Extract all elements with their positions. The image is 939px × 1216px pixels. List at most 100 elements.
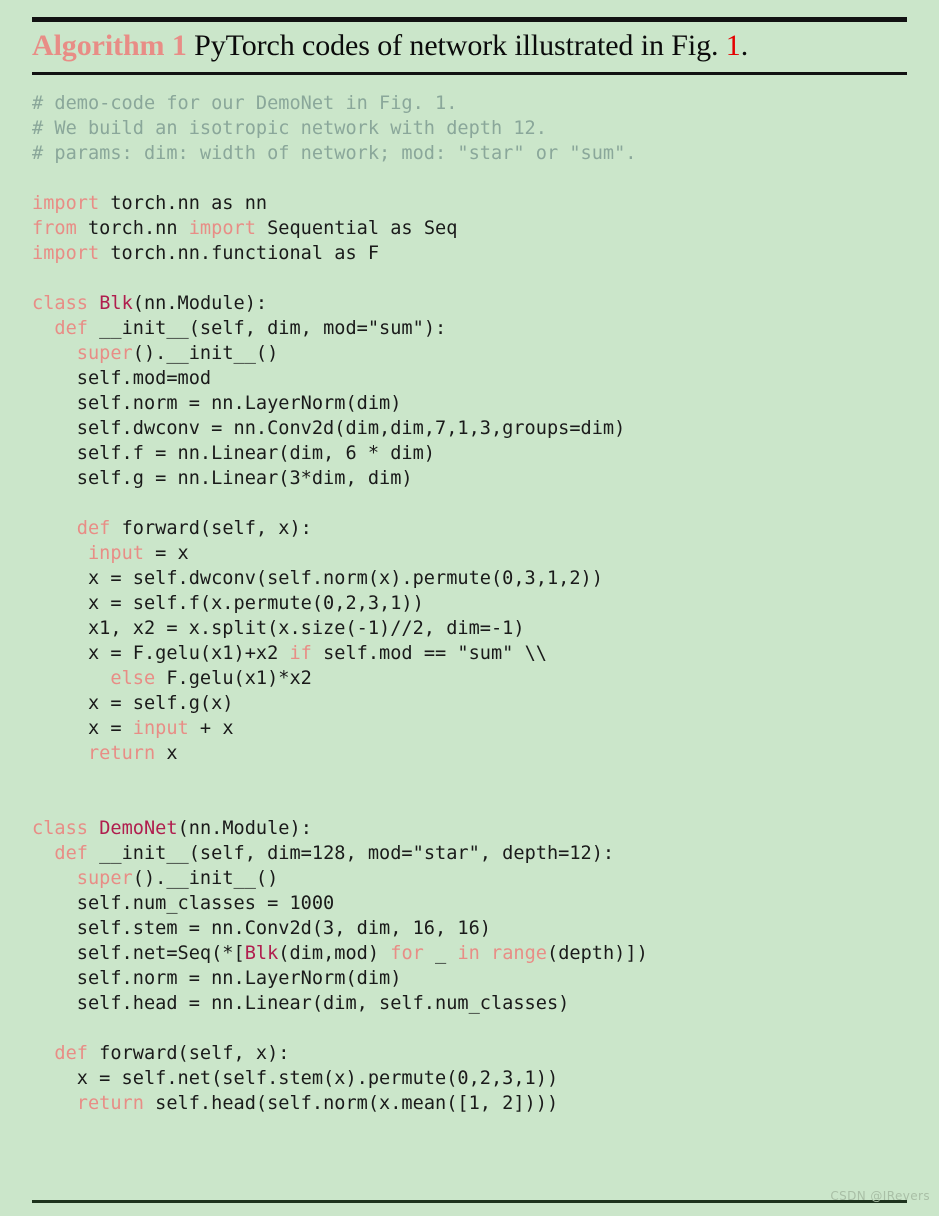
code-token: self.head = nn.Linear(dim, self.num_clas… bbox=[32, 993, 570, 1014]
code-token: (nn.Module): bbox=[177, 818, 312, 839]
code-token: import bbox=[188, 218, 256, 239]
code-line: super().__init__() bbox=[32, 866, 907, 891]
code-line: x = self.net(self.stem(x).permute(0,2,3,… bbox=[32, 1066, 907, 1091]
code-token: (depth)]) bbox=[547, 943, 648, 964]
code-token: self.num_classes = 1000 bbox=[32, 893, 335, 914]
figure-reference-link[interactable]: 1 bbox=[726, 29, 741, 62]
code-token: _ bbox=[423, 943, 458, 964]
code-token: super bbox=[76, 868, 133, 889]
code-token: x1, x2 = x.split(x.size(-1)//2, dim=-1) bbox=[32, 618, 525, 639]
code-token: x = self.dwconv(self.norm(x).permute(0,3… bbox=[32, 568, 603, 589]
code-token: DemoNet bbox=[99, 818, 178, 839]
algorithm-label: Algorithm 1 bbox=[32, 29, 187, 62]
code-token: else bbox=[110, 668, 156, 689]
code-token: (dim,mod) bbox=[278, 943, 391, 964]
code-token: Blk bbox=[244, 943, 279, 964]
code-token: return bbox=[87, 743, 156, 764]
bottom-rule bbox=[32, 1200, 907, 1203]
algorithm-caption-tail: . bbox=[740, 29, 749, 62]
code-line: self.mod=mod bbox=[32, 366, 907, 391]
code-token: def bbox=[76, 518, 111, 539]
code-token: def bbox=[54, 843, 88, 864]
watermark: CSDN @IRevers bbox=[830, 1189, 930, 1203]
code-token: # We build an isotropic network with dep… bbox=[32, 118, 547, 139]
code-line: self.dwconv = nn.Conv2d(dim,dim,7,1,3,gr… bbox=[32, 416, 907, 441]
code-token: import bbox=[32, 243, 100, 264]
code-token: input bbox=[87, 543, 144, 564]
code-line: self.num_classes = 1000 bbox=[32, 891, 907, 916]
code-token: self.dwconv = nn.Conv2d(dim,dim,7,1,3,gr… bbox=[32, 418, 626, 439]
code-line: def __init__(self, dim, mod="sum"): bbox=[32, 316, 907, 341]
code-line: self.net=Seq(*[Blk(dim,mod) for _ in ran… bbox=[32, 941, 907, 966]
code-token: x = self.g(x) bbox=[32, 693, 234, 714]
code-line: super().__init__() bbox=[32, 341, 907, 366]
code-token: x bbox=[155, 743, 178, 764]
code-token: self.mod == "sum" \\ bbox=[311, 643, 547, 664]
code-line: else F.gelu(x1)*x2 bbox=[32, 666, 907, 691]
code-line: self.stem = nn.Conv2d(3, dim, 16, 16) bbox=[32, 916, 907, 941]
code-token: in bbox=[457, 943, 480, 964]
code-token: = x bbox=[143, 543, 189, 564]
code-token: input bbox=[132, 718, 189, 739]
code-line: self.head = nn.Linear(dim, self.num_clas… bbox=[32, 991, 907, 1016]
code-token: x = self.f(x.permute(0,2,3,1)) bbox=[32, 593, 424, 614]
code-token: torch.nn bbox=[76, 218, 189, 239]
code-line: x1, x2 = x.split(x.size(-1)//2, dim=-1) bbox=[32, 616, 907, 641]
code-token: __init__(self, dim, mod="sum"): bbox=[87, 318, 447, 339]
code-line: def forward(self, x): bbox=[32, 1041, 907, 1066]
code-token: self.stem = nn.Conv2d(3, dim, 16, 16) bbox=[32, 918, 491, 939]
code-line: import torch.nn as nn bbox=[32, 191, 907, 216]
code-token: class bbox=[32, 293, 88, 314]
code-line: class DemoNet(nn.Module): bbox=[32, 816, 907, 841]
code-token: self.g = nn.Linear(3*dim, dim) bbox=[32, 468, 413, 489]
code-token: self.f = nn.Linear(dim, 6 * dim) bbox=[32, 443, 435, 464]
code-token: self.head(self.norm(x.mean([1, 2]))) bbox=[143, 1093, 559, 1114]
code-line: # We build an isotropic network with dep… bbox=[32, 116, 907, 141]
code-line: x = self.dwconv(self.norm(x).permute(0,3… bbox=[32, 566, 907, 591]
code-line: self.norm = nn.LayerNorm(dim) bbox=[32, 391, 907, 416]
code-line: x = self.f(x.permute(0,2,3,1)) bbox=[32, 591, 907, 616]
code-token: (nn.Module): bbox=[132, 293, 268, 314]
algorithm-title: Algorithm 1 PyTorch codes of network ill… bbox=[32, 22, 907, 68]
code-token: if bbox=[289, 643, 312, 664]
code-token: self.net=Seq(*[ bbox=[32, 943, 245, 964]
code-line: input = x bbox=[32, 541, 907, 566]
code-line: class Blk(nn.Module): bbox=[32, 291, 907, 316]
code-token: self.norm = nn.LayerNorm(dim) bbox=[32, 968, 402, 989]
code-token: super bbox=[76, 343, 133, 364]
code-token: for bbox=[390, 943, 424, 964]
algorithm-caption: PyTorch codes of network illustrated in … bbox=[186, 29, 726, 62]
code-token: def bbox=[54, 1043, 88, 1064]
code-token: x = self.net(self.stem(x).permute(0,2,3,… bbox=[32, 1068, 559, 1089]
code-token: # params: dim: width of network; mod: "s… bbox=[32, 143, 637, 164]
code-line: self.f = nn.Linear(dim, 6 * dim) bbox=[32, 441, 907, 466]
code-token: + x bbox=[188, 718, 234, 739]
code-token: torch.nn.functional as F bbox=[99, 243, 380, 264]
code-token: F.gelu(x1)*x2 bbox=[155, 668, 312, 689]
code-token: import bbox=[32, 193, 100, 214]
code-line: # demo-code for our DemoNet in Fig. 1. bbox=[32, 91, 907, 116]
code-line: x = self.g(x) bbox=[32, 691, 907, 716]
code-token: x = bbox=[32, 718, 133, 739]
code-token: ().__init__() bbox=[132, 343, 279, 364]
code-token: return bbox=[76, 1093, 144, 1114]
code-token: __init__(self, dim=128, mod="star", dept… bbox=[87, 843, 615, 864]
code-token: self.norm = nn.LayerNorm(dim) bbox=[32, 393, 402, 414]
code-line: return x bbox=[32, 741, 907, 766]
code-line: self.g = nn.Linear(3*dim, dim) bbox=[32, 466, 907, 491]
